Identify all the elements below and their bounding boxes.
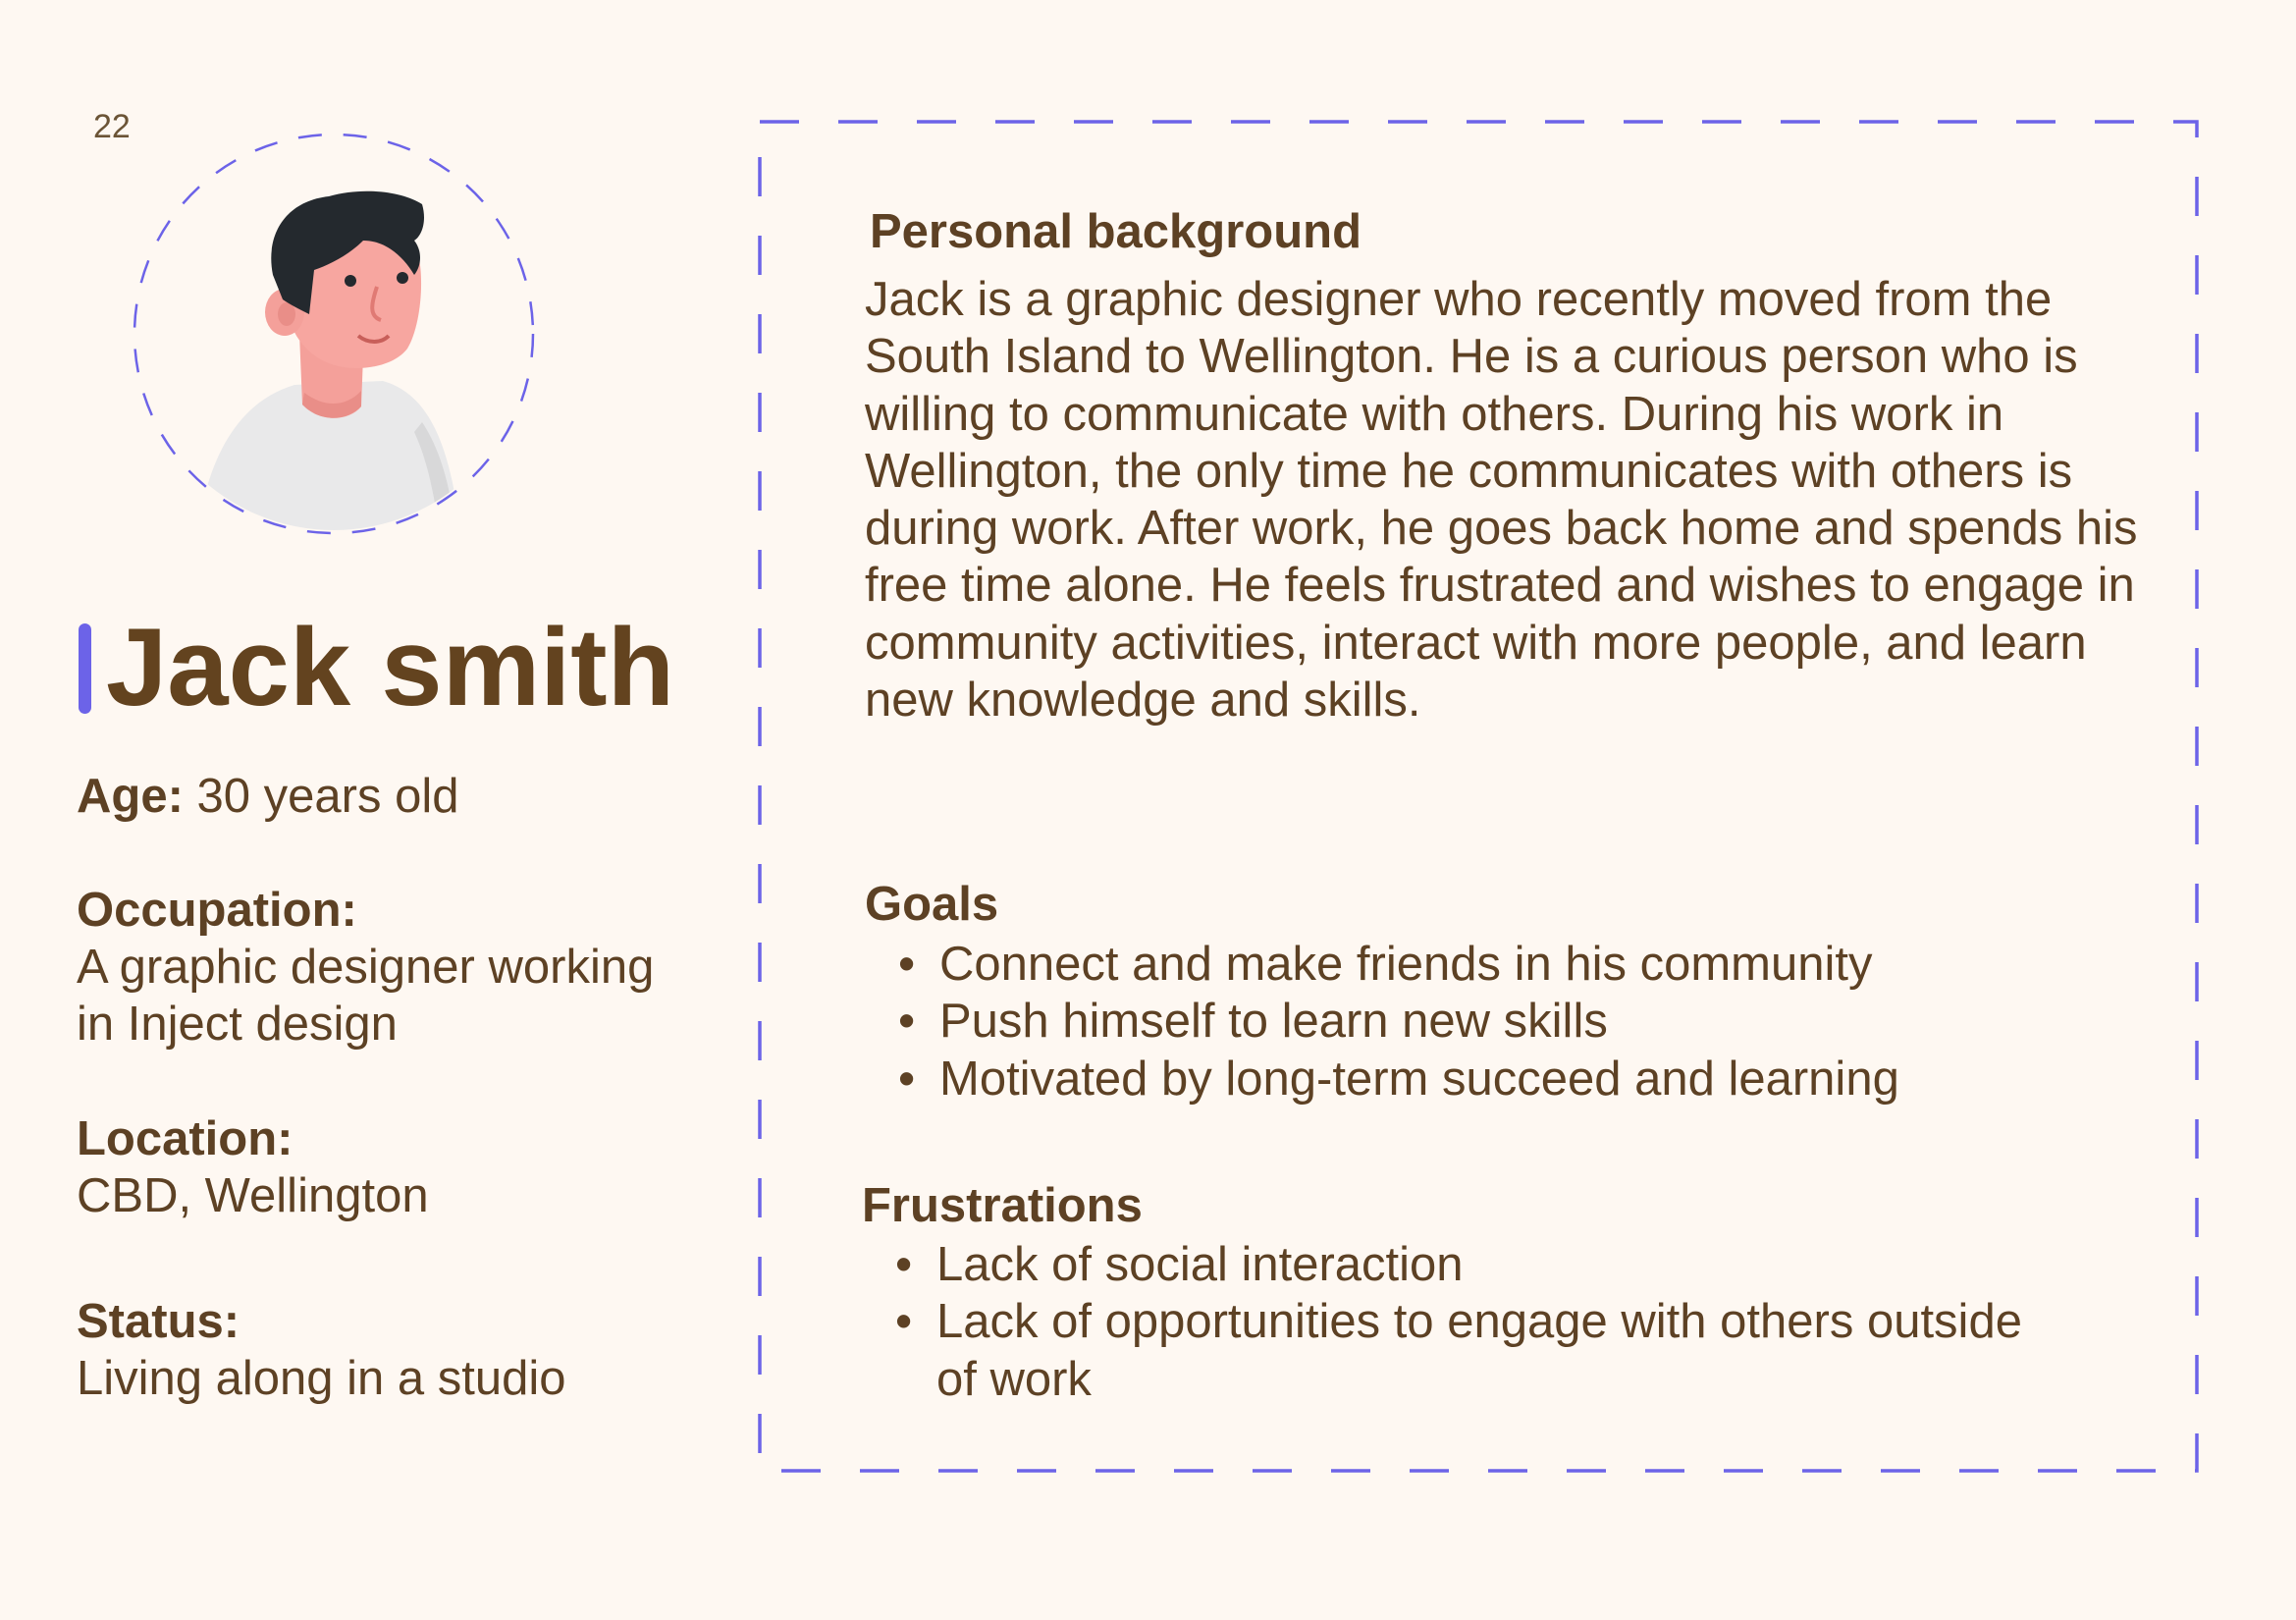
- status-value: Living along in a studio: [77, 1352, 566, 1405]
- status-info: Status: Living along in a studio: [77, 1293, 566, 1407]
- background-text: Jack is a graphic designer who recently …: [865, 273, 2138, 728]
- bullet-icon: •: [898, 938, 916, 991]
- bullet-icon: •: [898, 995, 916, 1049]
- list-item: • Motivated by long-term succeed and lear…: [898, 1051, 2117, 1107]
- goals-list: • Connect and make friends in his communi…: [898, 936, 2117, 1107]
- frustrations-list: • Lack of social interaction • Lack of opp…: [895, 1236, 2114, 1408]
- occupation-value: A graphic designer working in Inject des…: [77, 941, 655, 1051]
- age-value: 30 years old: [196, 770, 459, 823]
- person-avatar-illustration-icon: [196, 190, 461, 530]
- background-title: Personal background: [870, 205, 1362, 258]
- bullet-icon: •: [895, 1295, 913, 1349]
- name-accent-bar: [79, 623, 91, 714]
- frustrations-title: Frustrations: [862, 1179, 1143, 1232]
- age-label: Age:: [77, 770, 184, 823]
- location-info: Location: CBD, Wellington: [77, 1110, 429, 1224]
- status-label: Status:: [77, 1295, 240, 1348]
- list-item: • Lack of opportunities to engage with ot…: [895, 1295, 2022, 1406]
- avatar: [133, 133, 535, 535]
- list-item: • Connect and make friends in his communi…: [898, 936, 2117, 993]
- persona-name: Jack smith: [106, 606, 674, 729]
- age-info: Age: 30 years old: [77, 768, 458, 825]
- bullet-icon: •: [898, 1052, 916, 1106]
- bullet-icon: •: [895, 1238, 913, 1291]
- occupation-label: Occupation:: [77, 884, 357, 937]
- occupation-info: Occupation: A graphic designer working i…: [77, 882, 705, 1053]
- list-item: • Push himself to learn new skills: [898, 993, 2117, 1050]
- location-value: CBD, Wellington: [77, 1169, 429, 1222]
- page-number: 22: [93, 108, 131, 145]
- list-item: • Lack of social interaction: [895, 1236, 2114, 1293]
- goals-title: Goals: [865, 878, 999, 931]
- location-label: Location:: [77, 1112, 294, 1165]
